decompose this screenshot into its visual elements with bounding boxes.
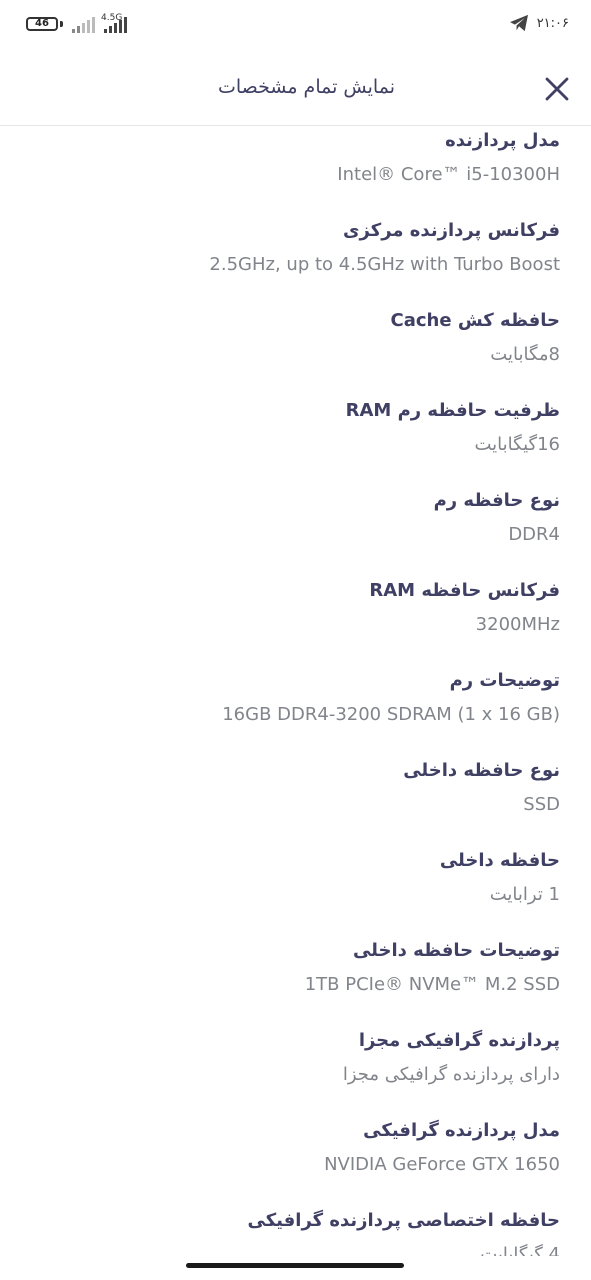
battery-level: 46 [35,18,49,29]
telegram-icon [509,14,528,32]
home-indicator[interactable] [186,1263,404,1268]
spec-title: نوع حافظه داخلی [403,760,560,781]
spec-value: Intel® Core™ i5-10300H [337,164,560,185]
spec-value: SSD [523,794,560,815]
spec-value: دارای پردازنده گرافیکی مجزا [342,1064,560,1085]
spec-value: NVIDIA GeForce GTX 1650 [324,1154,560,1175]
spec-item: حافظه اختصاصی پردازنده گرافیکی 4 گیگابای… [0,1206,591,1256]
status-bar: 46 4.5G ۲۱:۰۶ [0,0,591,50]
page-title: نمایش تمام مشخصات [217,76,395,98]
battery-cap [60,21,63,27]
spec-title: حافظه اختصاصی پردازنده گرافیکی [247,1210,560,1231]
spec-title: ظرفیت حافظه رم RAM [345,400,560,421]
clock-area: ۲۱:۰۶ [509,14,569,32]
spec-title: مدل پردازنده گرافیکی [363,1120,560,1141]
spec-value: DDR4 [508,524,560,545]
spec-item: توضیحات حافظه داخلی 1TB PCIe® NVMe™ M.2 … [0,936,591,1026]
spec-title: مدل پردازنده [445,130,560,151]
signal-strength-icon-2 [104,17,127,33]
spec-title: پردازنده گرافیکی مجزا [358,1030,560,1051]
spec-title: توضیحات رم [449,670,560,691]
header: نمایش تمام مشخصات [0,50,591,126]
spec-item: مدل پردازنده گرافیکی NVIDIA GeForce GTX … [0,1116,591,1206]
spec-value: 16GB DDR4-3200 SDRAM (1 x 16 GB) [222,704,560,725]
battery-icon: 46 [26,17,58,31]
spec-value: 3200MHz [475,614,560,635]
spec-title: فرکانس پردازنده مرکزی [343,220,560,241]
clock: ۲۱:۰۶ [536,15,569,31]
spec-title: نوع حافظه رم [433,490,560,511]
close-button[interactable] [542,74,572,104]
close-icon [545,77,569,101]
spec-item: نوع حافظه داخلی SSD [0,756,591,846]
spec-item: پردازنده گرافیکی مجزا دارای پردازنده گرا… [0,1026,591,1116]
spec-value: 1 ترابایت [489,884,560,905]
spec-item: ظرفیت حافظه رم RAM 16گیگابایت [0,396,591,486]
spec-item: فرکانس حافظه RAM 3200MHz [0,576,591,666]
spec-value: 1TB PCIe® NVMe™ M.2 SSD [304,974,560,995]
spec-item: توضیحات رم 16GB DDR4-3200 SDRAM (1 x 16 … [0,666,591,756]
spec-title: حافظه کش Cache [390,310,560,331]
spec-title: حافظه داخلی [439,850,560,871]
signal-strength-icon [72,17,95,33]
spec-title: فرکانس حافظه RAM [369,580,560,601]
spec-item: نوع حافظه رم DDR4 [0,486,591,576]
spec-item: مدل پردازنده Intel® Core™ i5-10300H [0,126,591,216]
spec-value: 16گیگابایت [474,434,560,455]
spec-list[interactable]: مدل پردازنده Intel® Core™ i5-10300H فرکا… [0,126,591,1256]
spec-item: حافظه داخلی 1 ترابایت [0,846,591,936]
spec-value: 8مگابایت [490,344,560,365]
spec-item: فرکانس پردازنده مرکزی 2.5GHz, up to 4.5G… [0,216,591,306]
spec-value: 2.5GHz, up to 4.5GHz with Turbo Boost [209,254,560,275]
spec-title: توضیحات حافظه داخلی [352,940,560,961]
spec-item: حافظه کش Cache 8مگابایت [0,306,591,396]
spec-value: 4 گیگابایت [480,1244,560,1256]
